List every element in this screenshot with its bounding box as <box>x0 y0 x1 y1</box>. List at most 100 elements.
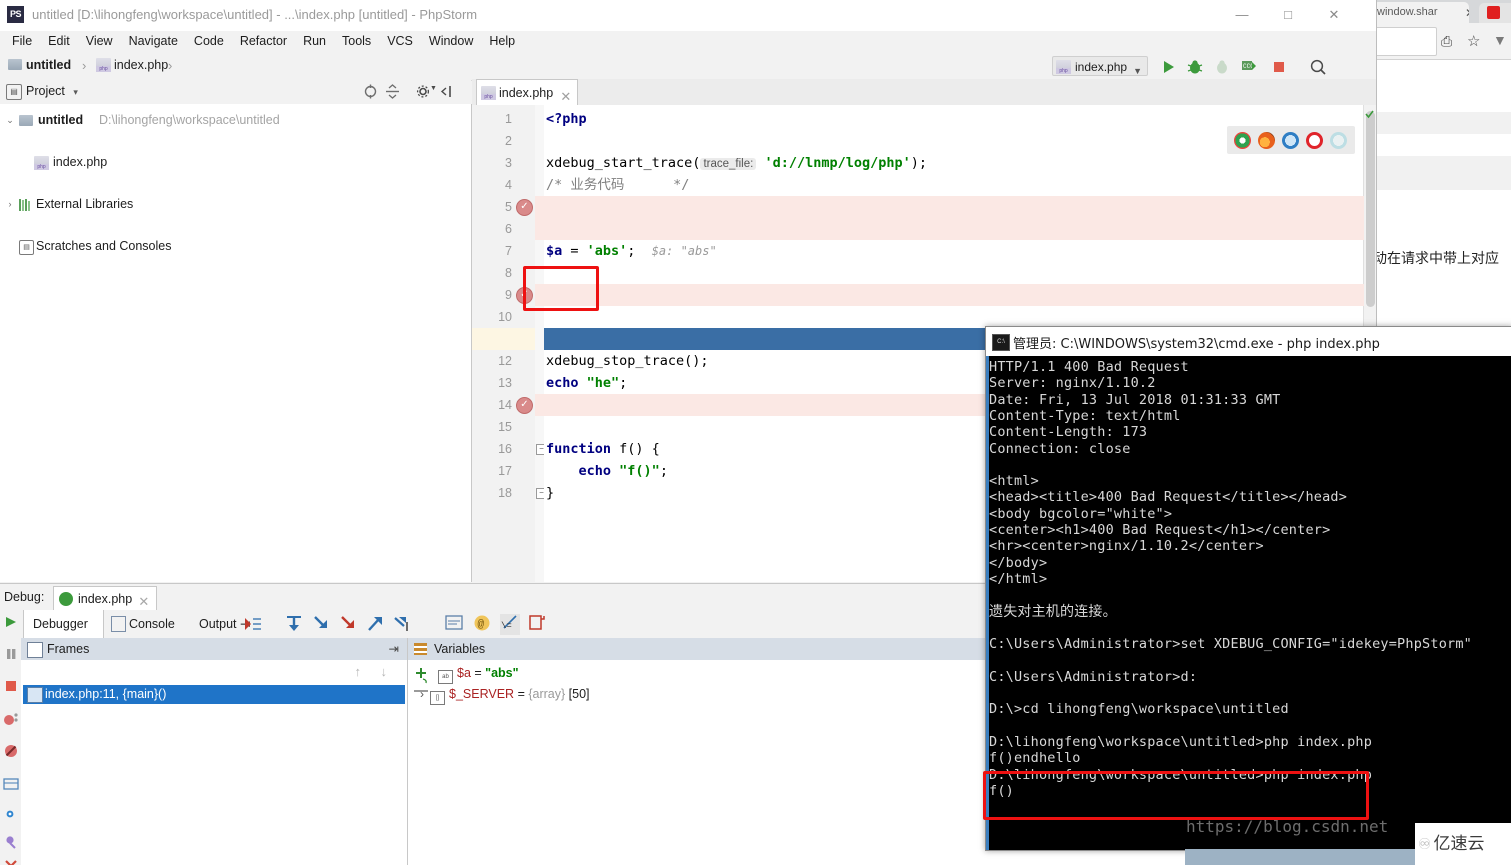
menu-code[interactable]: Code <box>186 31 232 51</box>
safari-icon[interactable] <box>1282 132 1299 149</box>
menu-tools[interactable]: Tools <box>334 31 379 51</box>
code-token: ); <box>910 155 928 171</box>
code-line[interactable]: $a = 'abs'; $a: "abs" <box>544 240 1376 262</box>
tab-console[interactable]: Console ⇥ <box>105 610 189 659</box>
menu-window[interactable]: Window <box>421 31 481 51</box>
pause-program-button[interactable] <box>3 646 19 662</box>
frames-up-button[interactable]: ↑ <box>355 664 362 679</box>
background-browser-tab[interactable]: window.shar ✕ <box>1373 2 1469 23</box>
force-step-into-button[interactable] <box>338 614 358 637</box>
debug-session-tab[interactable]: index.php ✕ <box>53 586 158 610</box>
project-panel-title[interactable]: Project ▾ <box>26 84 78 98</box>
gear-icon[interactable]: ▼ <box>416 84 437 102</box>
add-watch-button[interactable] <box>412 666 430 687</box>
variable-row-server[interactable]: › [] $_SERVER = {array} [50] <box>420 687 590 705</box>
line-number: 6 <box>505 222 512 236</box>
breadcrumb-file[interactable]: index.php <box>96 58 168 72</box>
frames-down-button[interactable]: ↓ <box>381 664 388 679</box>
restore-layout-button[interactable] <box>528 614 546 635</box>
frames-settings-icon[interactable]: ⇥ <box>389 638 399 660</box>
step-over-button[interactable] <box>284 614 304 637</box>
opera-icon[interactable] <box>1306 132 1323 149</box>
settings-layout-button[interactable] <box>3 776 19 792</box>
editor-vertical-scrollbar[interactable] <box>1366 111 1375 307</box>
menu-vcs[interactable]: VCS <box>379 31 421 51</box>
menu-edit[interactable]: Edit <box>40 31 78 51</box>
line-highlight <box>535 218 1364 240</box>
chrome-icon[interactable] <box>1234 132 1251 149</box>
trace-icon[interactable]: \= <box>500 614 520 635</box>
breakpoint-icon[interactable]: ✓ <box>516 397 533 414</box>
code-line[interactable]: /* 业务代码 */ <box>544 174 1376 196</box>
chevron-right-icon[interactable]: › <box>5 199 15 209</box>
star-icon[interactable]: ☆ <box>1467 32 1480 50</box>
gear-icon[interactable] <box>3 806 19 822</box>
background-browser-tab-2[interactable] <box>1479 3 1511 23</box>
step-out-button[interactable] <box>365 614 385 637</box>
pin-icon[interactable] <box>3 834 19 850</box>
code-line[interactable] <box>544 262 1376 284</box>
stop-program-button[interactable] <box>3 678 19 694</box>
tree-item-external-libraries[interactable]: › External Libraries <box>0 194 471 215</box>
run-button[interactable] <box>1158 57 1178 77</box>
run-to-cursor-button[interactable] <box>392 614 412 637</box>
profile-button[interactable]: CCC <box>1239 57 1259 77</box>
tree-item-index-php[interactable]: index.php <box>0 152 471 173</box>
code-token: "f()" <box>619 463 660 479</box>
step-into-button[interactable] <box>311 614 331 637</box>
menu-refactor[interactable]: Refactor <box>232 31 295 51</box>
hide-panel-button[interactable] <box>438 84 453 102</box>
frame-row[interactable]: index.php:11, {main}() <box>23 685 405 704</box>
tree-item-untitled[interactable]: ⌄ untitled D:\lihongfeng\workspace\untit… <box>0 110 471 131</box>
menu-navigate[interactable]: Navigate <box>121 31 186 51</box>
breadcrumb-project[interactable]: untitled <box>8 58 71 72</box>
close-button[interactable]: ✕ <box>1311 0 1357 30</box>
search-icon[interactable] <box>1308 57 1328 77</box>
mute-breakpoints-button[interactable] <box>3 743 19 759</box>
project-tree[interactable]: ⌄ untitled D:\lihongfeng\workspace\untit… <box>0 104 472 582</box>
editor-fold-strip[interactable]: − − <box>535 105 547 582</box>
chevron-right-icon[interactable]: › <box>420 687 424 701</box>
firefox-icon[interactable] <box>1258 132 1275 149</box>
collapse-all-button[interactable] <box>385 84 400 102</box>
code-token: 'abs' <box>586 243 628 259</box>
background-browser-window[interactable]: window.shar ✕ ⎙ ☆ ▼ 动在请求中带上对应 <box>1370 0 1511 300</box>
show-execution-point-button[interactable] <box>243 614 263 637</box>
menu-view[interactable]: View <box>78 31 121 51</box>
menu-help[interactable]: Help <box>481 31 523 51</box>
close-icon[interactable] <box>3 858 19 865</box>
evaluate-expression-button[interactable] <box>445 615 463 634</box>
close-icon[interactable]: ✕ <box>1465 6 1469 20</box>
stop-button[interactable] <box>1269 57 1289 77</box>
menu-run[interactable]: Run <box>295 31 334 51</box>
watch-icon[interactable]: @ <box>473 614 491 635</box>
menu-file[interactable]: File <box>4 31 40 51</box>
tab-debugger[interactable]: Debugger <box>23 610 104 638</box>
editor-tab-index-php[interactable]: index.php ✕ <box>476 79 579 105</box>
edge-icon[interactable] <box>1330 132 1347 149</box>
omnibox[interactable] <box>1371 27 1437 56</box>
locate-file-button[interactable] <box>363 84 378 102</box>
phpstorm-logo-icon: PS <box>7 6 24 23</box>
run-configuration-selector[interactable]: index.php ▼ <box>1052 56 1148 76</box>
minimize-button[interactable]: — <box>1219 0 1265 30</box>
variable-row-a[interactable]: ab $a = "abs" <box>438 666 519 684</box>
inspection-status-icon[interactable] <box>1365 108 1374 119</box>
download-icon[interactable]: ▼ <box>1493 32 1507 48</box>
browser-launcher-strip[interactable] <box>1227 126 1355 154</box>
tree-item-untitled-label: untitled <box>38 113 84 127</box>
maximize-button[interactable]: □ <box>1265 0 1311 30</box>
translate-icon[interactable]: ⎙ <box>1441 33 1452 50</box>
code-line[interactable] <box>544 306 1376 328</box>
line-number: 9 <box>505 288 512 302</box>
debug-button[interactable] <box>1185 57 1205 77</box>
code-line[interactable]: xdebug_start_trace(trace_file: 'd://lnmp… <box>544 152 1376 174</box>
code-token: ; <box>619 375 628 391</box>
breakpoint-icon[interactable]: ✓ <box>516 199 533 216</box>
chevron-down-icon[interactable]: ⌄ <box>5 115 15 126</box>
run-with-coverage-button[interactable] <box>1212 57 1232 77</box>
tree-item-scratches[interactable]: ▤ Scratches and Consoles <box>0 236 471 257</box>
resume-program-button[interactable] <box>3 614 19 630</box>
view-breakpoints-button[interactable] <box>3 711 19 727</box>
library-icon <box>19 199 32 214</box>
